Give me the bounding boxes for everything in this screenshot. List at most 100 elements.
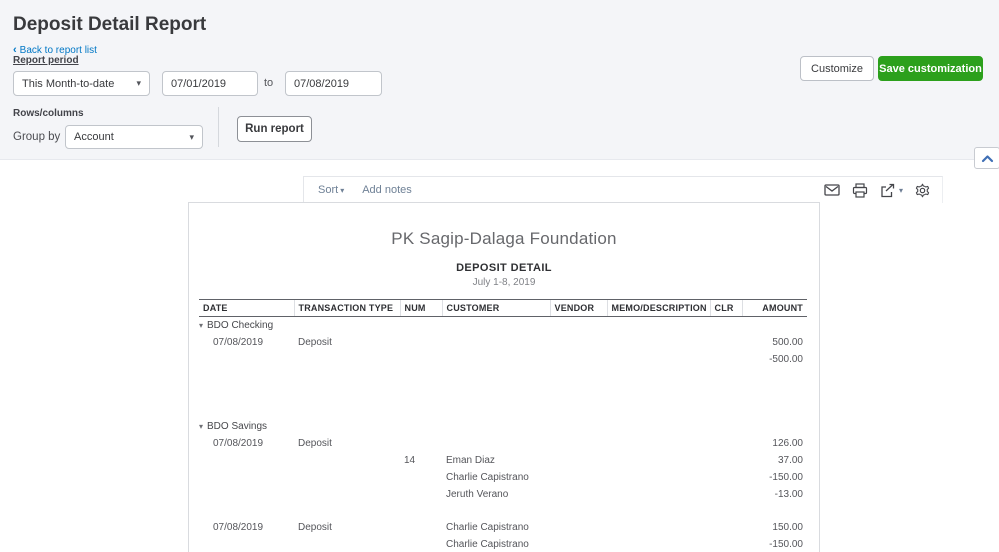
table-row[interactable]: 07/08/2019 Deposit 500.00 [199,334,807,351]
sort-menu[interactable]: Sort▾ [318,184,344,196]
run-report-button[interactable]: Run report [237,116,312,142]
cell-amount: -500.00 [742,351,807,368]
report-table: DATE TRANSACTION TYPE NUM CUSTOMER VENDO… [199,299,807,552]
cell-clr [710,435,742,452]
cell-memo [607,486,710,503]
cell-amount: 37.00 [742,452,807,469]
cell-date [199,486,294,503]
cell-vendor [550,351,607,368]
export-icon[interactable]: ▾ [880,183,903,198]
cell-clr [710,519,742,536]
header-clr[interactable]: CLR [710,300,742,317]
cell-num: 14 [400,452,442,469]
cell-customer: Jeruth Verano [442,486,550,503]
group-row-bdo-checking[interactable]: ▾BDO Checking [199,317,807,334]
toolbar-icons: ▾ [824,183,930,198]
report-period-select[interactable]: This Month-to-date ▾ [13,71,150,96]
cell-clr [710,536,742,552]
group-by-value: Account [74,131,114,143]
add-notes-link[interactable]: Add notes [362,184,412,196]
cell-transaction-type: Deposit [294,519,400,536]
cell-memo [607,519,710,536]
table-row[interactable]: 14 Eman Diaz 37.00 [199,452,807,469]
rows-columns-label: Rows/columns [13,108,84,119]
cell-clr [710,469,742,486]
cell-transaction-type: Deposit [294,334,400,351]
cell-memo [607,536,710,552]
cell-clr [710,452,742,469]
cell-transaction-type: Deposit [294,435,400,452]
caret-down-icon: ▾ [899,186,903,195]
cell-clr [710,351,742,368]
cell-num [400,486,442,503]
cell-vendor [550,519,607,536]
cell-memo [607,435,710,452]
cell-amount: 126.00 [742,435,807,452]
chevron-up-icon [981,154,994,163]
customize-button[interactable]: Customize [800,56,874,81]
report-toolbar: Sort▾ Add notes [303,176,943,203]
report-date-range: July 1-8, 2019 [189,277,819,288]
group-by-select[interactable]: Account ▾ [65,125,203,149]
cell-customer: Eman Diaz [442,452,550,469]
caret-down-icon: ▾ [189,132,194,143]
header-transaction-type[interactable]: TRANSACTION TYPE [294,300,400,317]
cell-customer: Charlie Capistrano [442,536,550,552]
cell-memo [607,452,710,469]
spacer-row [199,368,807,418]
header-amount[interactable]: AMOUNT [742,300,807,317]
table-row[interactable]: -500.00 [199,351,807,368]
group-label: BDO Savings [207,421,267,432]
gear-icon[interactable] [915,183,930,198]
cell-customer [442,334,550,351]
header-customer[interactable]: CUSTOMER [442,300,550,317]
page-title: Deposit Detail Report [13,14,206,36]
email-icon[interactable] [824,184,840,196]
cell-amount: 500.00 [742,334,807,351]
to-label: to [264,77,273,89]
cell-num [400,536,442,552]
date-from-input[interactable] [162,71,258,96]
sort-label: Sort [318,184,338,196]
cell-vendor [550,536,607,552]
cell-amount: 150.00 [742,519,807,536]
cell-clr [710,334,742,351]
table-row[interactable]: 07/08/2019 Deposit Charlie Capistrano 15… [199,519,807,536]
cell-vendor [550,486,607,503]
cell-amount: -150.00 [742,536,807,552]
cell-transaction-type [294,536,400,552]
cell-transaction-type [294,351,400,368]
cell-clr [710,486,742,503]
table-row[interactable]: 07/08/2019 Deposit 126.00 [199,435,807,452]
spacer-row [199,503,807,519]
cell-num [400,519,442,536]
group-row-bdo-savings[interactable]: ▾BDO Savings [199,418,807,435]
toolbar-links: Sort▾ Add notes [318,184,412,196]
cell-date: 07/08/2019 [199,435,294,452]
company-name: PK Sagip-Dalaga Foundation [189,229,819,249]
date-to-input[interactable] [285,71,382,96]
header-vendor[interactable]: VENDOR [550,300,607,317]
table-row[interactable]: Charlie Capistrano -150.00 [199,536,807,552]
cell-customer: Charlie Capistrano [442,469,550,486]
cell-date: 07/08/2019 [199,519,294,536]
header-memo-description[interactable]: MEMO/DESCRIPTION [607,300,710,317]
cell-vendor [550,469,607,486]
table-row[interactable]: Jeruth Verano -13.00 [199,486,807,503]
cell-transaction-type [294,452,400,469]
cell-date: 07/08/2019 [199,334,294,351]
collapse-header-button[interactable] [974,147,999,169]
filter-panel: Deposit Detail Report ‹Back to report li… [0,0,999,160]
group-by-label: Group by [13,131,60,143]
save-customization-button[interactable]: Save customization [878,56,983,81]
cell-transaction-type [294,486,400,503]
cell-date [199,536,294,552]
cell-customer [442,435,550,452]
cell-vendor [550,435,607,452]
header-date[interactable]: DATE [199,300,294,317]
table-row[interactable]: Charlie Capistrano -150.00 [199,469,807,486]
cell-vendor [550,334,607,351]
printer-icon[interactable] [852,183,868,198]
cell-num [400,351,442,368]
header-num[interactable]: NUM [400,300,442,317]
